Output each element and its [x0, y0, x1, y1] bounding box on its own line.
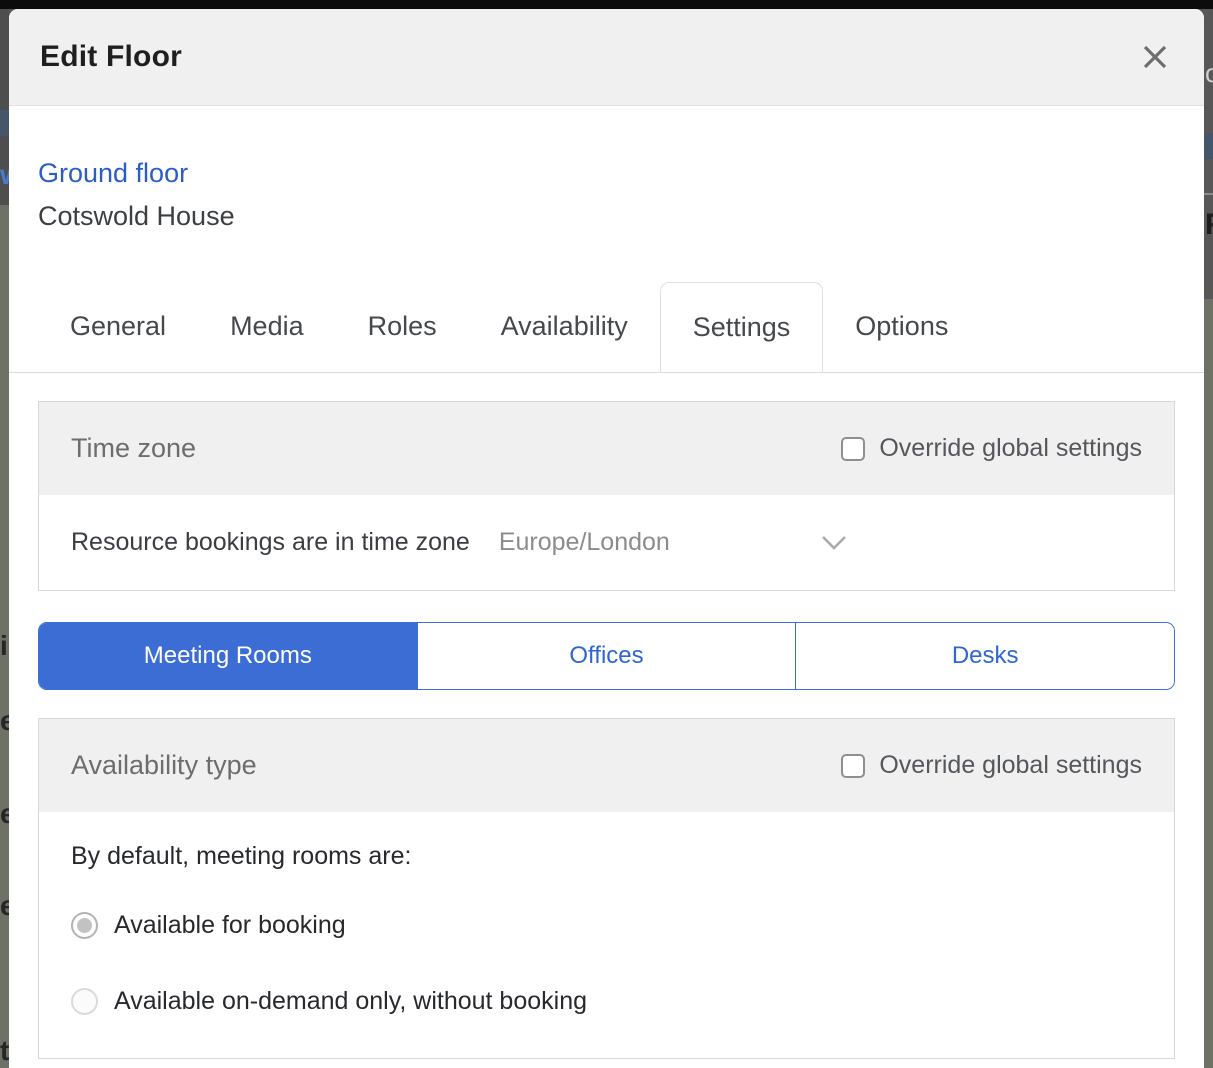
- screen: w i e e e t o F Edit Floor Ground floor …: [0, 0, 1213, 1068]
- timezone-select-value[interactable]: Europe/London: [499, 528, 670, 557]
- backdrop-text-fragment: i: [0, 630, 8, 661]
- dialog-title: Edit Floor: [40, 40, 182, 73]
- backdrop-text-fragment: e: [0, 798, 9, 829]
- availability-type-section: Availability type Override global settin…: [38, 718, 1175, 1059]
- availability-section-title: Availability type: [71, 750, 257, 780]
- radio-icon[interactable]: [71, 988, 98, 1015]
- backdrop-band: [1204, 133, 1213, 159]
- tab-media[interactable]: Media: [198, 282, 336, 372]
- tab-roles[interactable]: Roles: [336, 282, 469, 372]
- tab-options[interactable]: Options: [823, 282, 980, 372]
- radio-option-available-for-booking[interactable]: Available for booking: [71, 911, 1142, 940]
- segment-desks[interactable]: Desks: [795, 623, 1174, 689]
- chevron-down-icon[interactable]: [820, 534, 848, 551]
- backdrop-text-fragment: t: [0, 1035, 9, 1066]
- availability-override-toggle[interactable]: Override global settings: [841, 751, 1142, 780]
- resource-type-segmented: Meeting Rooms Offices Desks: [38, 622, 1175, 690]
- timezone-section-header: Time zone Override global settings: [39, 402, 1174, 495]
- timezone-override-toggle[interactable]: Override global settings: [841, 434, 1142, 463]
- dialog-body: Ground floor Cotswold House General Medi…: [9, 158, 1204, 1059]
- backdrop-top-strip: [0, 0, 1213, 9]
- radio-label: Available on-demand only, without bookin…: [114, 987, 587, 1015]
- dialog-header: Edit Floor: [9, 9, 1204, 106]
- availability-section-body: By default, meeting rooms are: Available…: [39, 812, 1174, 1058]
- timezone-row: Resource bookings are in time zone Europ…: [39, 495, 1174, 590]
- backdrop-band: [0, 110, 9, 136]
- backdrop-band: [1204, 299, 1213, 1068]
- segment-offices[interactable]: Offices: [416, 623, 796, 689]
- dialog-tabbar: General Media Roles Availability Setting…: [9, 282, 1204, 373]
- tab-availability[interactable]: Availability: [469, 282, 660, 372]
- timezone-override-checkbox[interactable]: [841, 436, 866, 461]
- edit-floor-dialog: Edit Floor Ground floor Cotswold House G…: [9, 9, 1204, 1068]
- floor-name-link[interactable]: Ground floor: [38, 158, 1175, 189]
- backdrop-left-edge: w i e e e t: [0, 9, 9, 1068]
- backdrop-text-fragment: w: [0, 159, 9, 191]
- timezone-override-label: Override global settings: [879, 434, 1142, 462]
- backdrop-text-fragment: F: [1205, 208, 1213, 242]
- close-icon[interactable]: [1137, 39, 1173, 75]
- availability-section-header: Availability type Override global settin…: [39, 719, 1174, 812]
- availability-override-label: Override global settings: [879, 751, 1142, 779]
- timezone-section-title: Time zone: [71, 433, 197, 463]
- radio-option-on-demand-only[interactable]: Available on-demand only, without bookin…: [71, 987, 1142, 1016]
- availability-intro-text: By default, meeting rooms are:: [71, 842, 412, 870]
- backdrop-text-fragment: o: [1205, 58, 1213, 88]
- segment-meeting-rooms[interactable]: Meeting Rooms: [39, 623, 417, 689]
- timezone-section: Time zone Override global settings Resou…: [38, 401, 1175, 591]
- building-name: Cotswold House: [38, 201, 235, 231]
- tab-general[interactable]: General: [38, 282, 198, 372]
- tab-settings[interactable]: Settings: [659, 282, 824, 372]
- availability-override-checkbox[interactable]: [841, 753, 866, 778]
- radio-label: Available for booking: [114, 911, 346, 939]
- timezone-row-label: Resource bookings are in time zone: [71, 528, 470, 556]
- backdrop-right-edge: o F: [1204, 9, 1213, 1068]
- backdrop-text-fragment: e: [0, 890, 9, 921]
- backdrop-text-fragment: e: [0, 705, 9, 736]
- backdrop-divider: [1204, 193, 1213, 195]
- radio-icon[interactable]: [71, 912, 98, 939]
